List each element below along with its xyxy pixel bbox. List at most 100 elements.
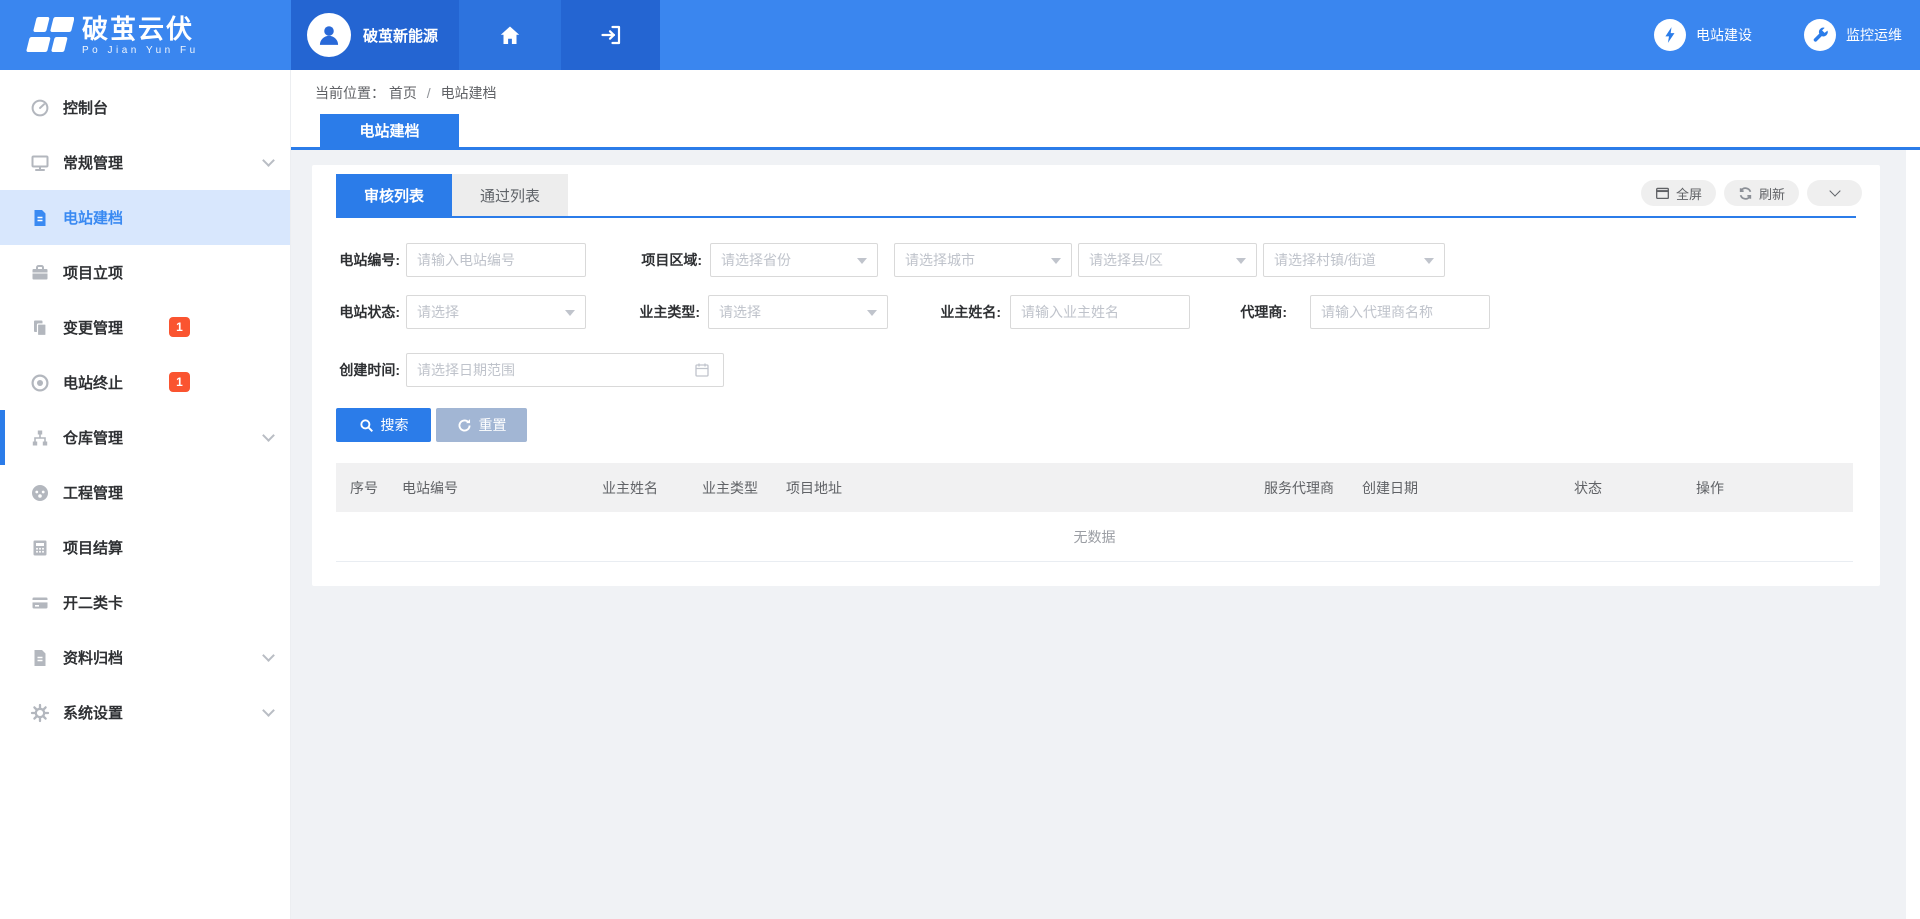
table-column-header: 业主姓名 [588, 478, 688, 498]
chevron-down-icon [262, 154, 275, 167]
record-icon [30, 373, 50, 393]
refresh-label: 刷新 [1759, 184, 1785, 203]
sidebar-item-record[interactable]: 电站终止1 [0, 355, 290, 410]
table-column-header: 电站编号 [388, 478, 588, 498]
station-no-input[interactable] [406, 243, 586, 277]
sidebar-item-dashboard[interactable]: 工程管理 [0, 465, 290, 520]
sidebar-item-label: 开二类卡 [63, 592, 123, 613]
empty-state-text: 无数据 [1074, 527, 1116, 547]
header-module-switcher: 电站建设 监控运维 [1654, 0, 1902, 70]
sidebar-item-label: 系统设置 [63, 702, 123, 723]
sidebar-item-doc[interactable]: 电站建档 [0, 190, 290, 245]
module-monitor-ops[interactable]: 监控运维 [1804, 19, 1902, 51]
tab-passed-list[interactable]: 通过列表 [452, 174, 568, 216]
province-select[interactable]: 请选择省份 [710, 243, 878, 277]
sidebar: 控制台常规管理电站建档项目立项变更管理 1 电站终止1 仓库管理工程管理项目结算开二类… [0, 70, 291, 919]
brand-title: 破茧云伏 [82, 15, 199, 43]
user-avatar-icon [307, 13, 351, 57]
breadcrumb-separator: / [427, 85, 431, 101]
dashboard-icon [30, 483, 50, 503]
sidebar-item-calculator[interactable]: 项目结算 [0, 520, 290, 575]
calendar-icon [694, 362, 710, 378]
refresh-button[interactable]: 刷新 [1724, 180, 1799, 206]
logout-button[interactable] [561, 0, 660, 70]
table-column-header: 创建日期 [1348, 478, 1560, 498]
table-column-header: 操作 [1682, 478, 1853, 498]
module-label: 监控运维 [1846, 25, 1902, 45]
village-placeholder: 请选择村镇/街道 [1274, 250, 1376, 270]
sidebar-item-label: 电站终止 [63, 372, 123, 393]
agent-label: 代理商: [1199, 295, 1287, 329]
caret-down-icon [857, 258, 867, 264]
table-column-header: 状态 [1560, 478, 1682, 498]
sidebar-item-briefcase[interactable]: 项目立项 [0, 245, 290, 300]
lightning-icon [1654, 19, 1686, 51]
station-status-label: 电站状态: [322, 295, 400, 329]
reset-label: 重置 [479, 415, 507, 435]
active-indicator-bar [0, 410, 5, 465]
sidebar-item-card[interactable]: 开二类卡 [0, 575, 290, 630]
sidebar-item-sitemap[interactable]: 仓库管理 [0, 410, 290, 465]
county-select[interactable]: 请选择县/区 [1078, 243, 1257, 277]
sidebar-item-gear[interactable]: 系统设置 [0, 685, 290, 740]
sidebar-item-label: 工程管理 [63, 482, 123, 503]
caret-down-icon [565, 310, 575, 316]
station-archive-panel: 审核列表 通过列表 全屏 刷新 电站编号: 项目区域: 请选择省份 请选择城市 … [312, 165, 1880, 586]
search-icon [359, 418, 374, 433]
agent-input[interactable] [1310, 295, 1490, 329]
region-label: 项目区域: [612, 243, 702, 277]
page-tab-station-archive[interactable]: 电站建档 [320, 114, 459, 147]
sidebar-item-label: 常规管理 [63, 152, 123, 173]
brand-logo-icon [20, 12, 74, 58]
home-button[interactable] [459, 0, 561, 70]
sidebar-item-archive[interactable]: 资料归档 [0, 630, 290, 685]
page-scrollbar[interactable] [1906, 150, 1920, 919]
search-button[interactable]: 搜索 [336, 408, 431, 442]
create-time-label: 创建时间: [322, 353, 400, 387]
module-label: 电站建设 [1696, 25, 1752, 45]
sidebar-item-label: 变更管理 [63, 317, 123, 338]
county-placeholder: 请选择县/区 [1089, 250, 1163, 270]
logout-icon [599, 23, 623, 47]
reset-button[interactable]: 重置 [436, 408, 527, 442]
sidebar-item-pages[interactable]: 变更管理 1 [0, 300, 290, 355]
table-column-header: 序号 [336, 478, 388, 498]
owner-type-select[interactable]: 请选择 [708, 295, 888, 329]
sitemap-icon [30, 428, 50, 448]
table-empty-row: 无数据 [336, 512, 1853, 562]
wrench-icon [1804, 19, 1836, 51]
sidebar-item-label: 项目立项 [63, 262, 123, 283]
tab-review-list[interactable]: 审核列表 [336, 174, 452, 216]
collapse-filters-button[interactable] [1807, 180, 1862, 206]
table-column-header: 服务代理商 [1250, 478, 1348, 498]
content-area: 审核列表 通过列表 全屏 刷新 电站编号: 项目区域: 请选择省份 请选择城市 … [291, 150, 1920, 919]
breadcrumb: 当前位置： 首页 / 电站建档 [315, 83, 497, 103]
home-icon [498, 23, 522, 47]
station-no-label: 电站编号: [322, 243, 400, 277]
module-station-build[interactable]: 电站建设 [1654, 19, 1752, 51]
sidebar-item-monitor[interactable]: 常规管理 [0, 135, 290, 190]
chevron-down-icon [262, 649, 275, 662]
date-range-input[interactable] [406, 353, 724, 387]
brand-subtitle: Po Jian Yun Fu [82, 45, 199, 56]
sidebar-item-gauge[interactable]: 控制台 [0, 80, 290, 135]
fullscreen-button[interactable]: 全屏 [1641, 180, 1716, 206]
breadcrumb-home-link[interactable]: 首页 [389, 85, 417, 101]
sidebar-item-label: 仓库管理 [63, 427, 123, 448]
fullscreen-icon [1655, 186, 1670, 201]
owner-name-label: 业主姓名: [913, 295, 1001, 329]
station-status-select[interactable]: 请选择 [406, 295, 586, 329]
breadcrumb-current: 电站建档 [441, 85, 497, 101]
current-user[interactable]: 破茧新能源 [291, 0, 459, 70]
chevron-down-icon [262, 704, 275, 717]
province-placeholder: 请选择省份 [721, 250, 791, 270]
village-select[interactable]: 请选择村镇/街道 [1263, 243, 1445, 277]
city-select[interactable]: 请选择城市 [894, 243, 1072, 277]
owner-name-input[interactable] [1010, 295, 1190, 329]
sidebar-item-label: 电站建档 [63, 207, 123, 228]
briefcase-icon [30, 263, 50, 283]
pages-icon [30, 318, 50, 338]
sidebar-item-label: 控制台 [63, 97, 108, 118]
table-column-header: 项目地址 [772, 478, 1250, 498]
notification-badge: 1 [169, 317, 190, 337]
